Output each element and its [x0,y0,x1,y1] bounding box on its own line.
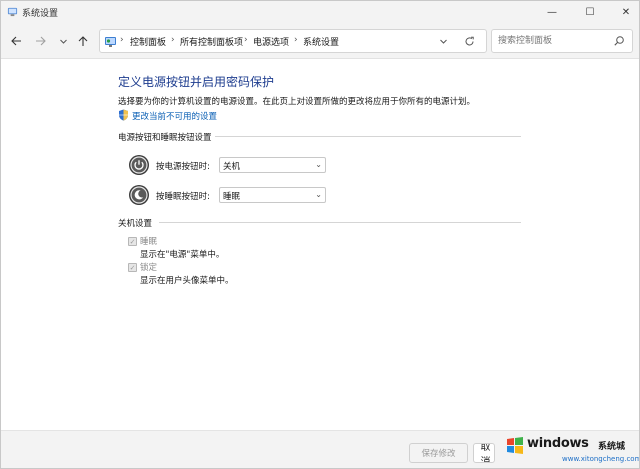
search-box[interactable] [491,29,633,53]
control-panel-app-icon [7,7,18,17]
navigation-bar: › 控制面板 › 所有控制面板项 › 电源选项 › 系统设置 [1,23,639,59]
power-buttons-section-title: 电源按钮和睡眠按钮设置 [118,133,212,143]
page-description: 选择要为你的计算机设置的电源设置。在此页上对设置所做的更改将应用于你所有的电源计… [118,97,476,107]
chevron-down-icon [439,39,447,44]
select-value: 睡眠 [223,192,241,202]
breadcrumb-separator: › [244,35,248,45]
section-divider [215,136,521,137]
breadcrumb-system-settings[interactable]: 系统设置 [303,35,339,48]
search-input[interactable] [498,34,608,48]
section-divider [159,222,521,223]
sleep-button-icon [129,185,149,205]
windows-logo-icon [507,437,523,454]
lock-option-description: 显示在用户头像菜单中。 [140,276,234,286]
refresh-icon [465,36,474,45]
forward-button[interactable] [32,32,50,50]
control-panel-icon [105,37,116,47]
close-icon: ✕ [621,6,631,18]
title-bar: 系统设置 — ☐ ✕ [1,1,639,23]
save-changes-button[interactable]: 保存修改 [409,443,468,463]
address-bar[interactable]: › 控制面板 › 所有控制面板项 › 电源选项 › 系统设置 [99,29,487,53]
main-content: 定义电源按钮并启用密码保护 选择要为你的计算机设置的电源设置。在此页上对设置所做… [1,60,639,430]
power-button-icon [129,155,149,175]
uac-shield-icon [119,109,128,121]
window-title: 系统设置 [22,9,59,19]
power-button-action-select[interactable]: 关机 ⌄ [219,157,326,173]
page-title: 定义电源按钮并启用密码保护 [118,75,275,89]
chevron-down-icon: ⌄ [315,160,322,169]
chevron-down-icon [59,39,67,44]
select-value: 关机 [223,162,241,172]
back-button[interactable] [7,32,25,50]
sleep-button-label: 按睡眠按钮时: [156,192,210,202]
sleep-option-label: 睡眠 [140,237,158,247]
breadcrumb-separator: › [294,35,298,45]
minimize-button[interactable]: — [537,1,567,23]
recent-locations-button[interactable] [54,32,72,50]
arrow-right-icon [36,36,46,46]
watermark-url: www.xitongcheng.com [562,455,640,463]
sleep-checkbox[interactable]: ✓ [128,237,137,246]
change-unavailable-settings-link[interactable]: 更改当前不可用的设置 [132,110,217,122]
watermark-cn: 系统城 [598,442,626,452]
maximize-icon: ☐ [585,6,595,18]
refresh-button[interactable] [462,34,476,48]
close-button[interactable]: ✕ [611,1,639,23]
minimize-icon: — [547,6,557,18]
sleep-button-action-select[interactable]: 睡眠 ⌄ [219,187,326,203]
breadcrumb-separator: › [171,35,175,45]
power-button-label: 按电源按钮时: [156,162,210,172]
site-watermark: windows 系统城 www.xitongcheng.com [506,432,639,468]
shutdown-section-title: 关机设置 [118,219,153,229]
up-button[interactable] [74,32,92,50]
maximize-button[interactable]: ☐ [575,1,605,23]
breadcrumb-power-options[interactable]: 电源选项 [253,35,289,48]
breadcrumb-separator: › [120,35,124,45]
search-icon [614,36,624,46]
lock-checkbox[interactable]: ✓ [128,263,137,272]
watermark-brand: windows [527,436,589,451]
checkmark-icon: ✓ [129,237,136,246]
address-history-button[interactable] [436,34,450,48]
control-panel-window: 系统设置 — ☐ ✕ › 控制面板 › 所有控制面板项 › 电源选项 › 系统设… [0,0,640,469]
checkmark-icon: ✓ [129,263,136,272]
cancel-button[interactable]: 取消 [473,443,495,463]
breadcrumb-all-items[interactable]: 所有控制面板项 [180,35,243,48]
sleep-option-description: 显示在"电源"菜单中。 [140,250,225,260]
chevron-down-icon: ⌄ [315,190,322,199]
lock-option-label: 锁定 [140,263,158,273]
breadcrumb-control-panel[interactable]: 控制面板 [130,35,166,48]
arrow-up-icon [78,36,88,46]
arrow-left-icon [11,36,21,46]
